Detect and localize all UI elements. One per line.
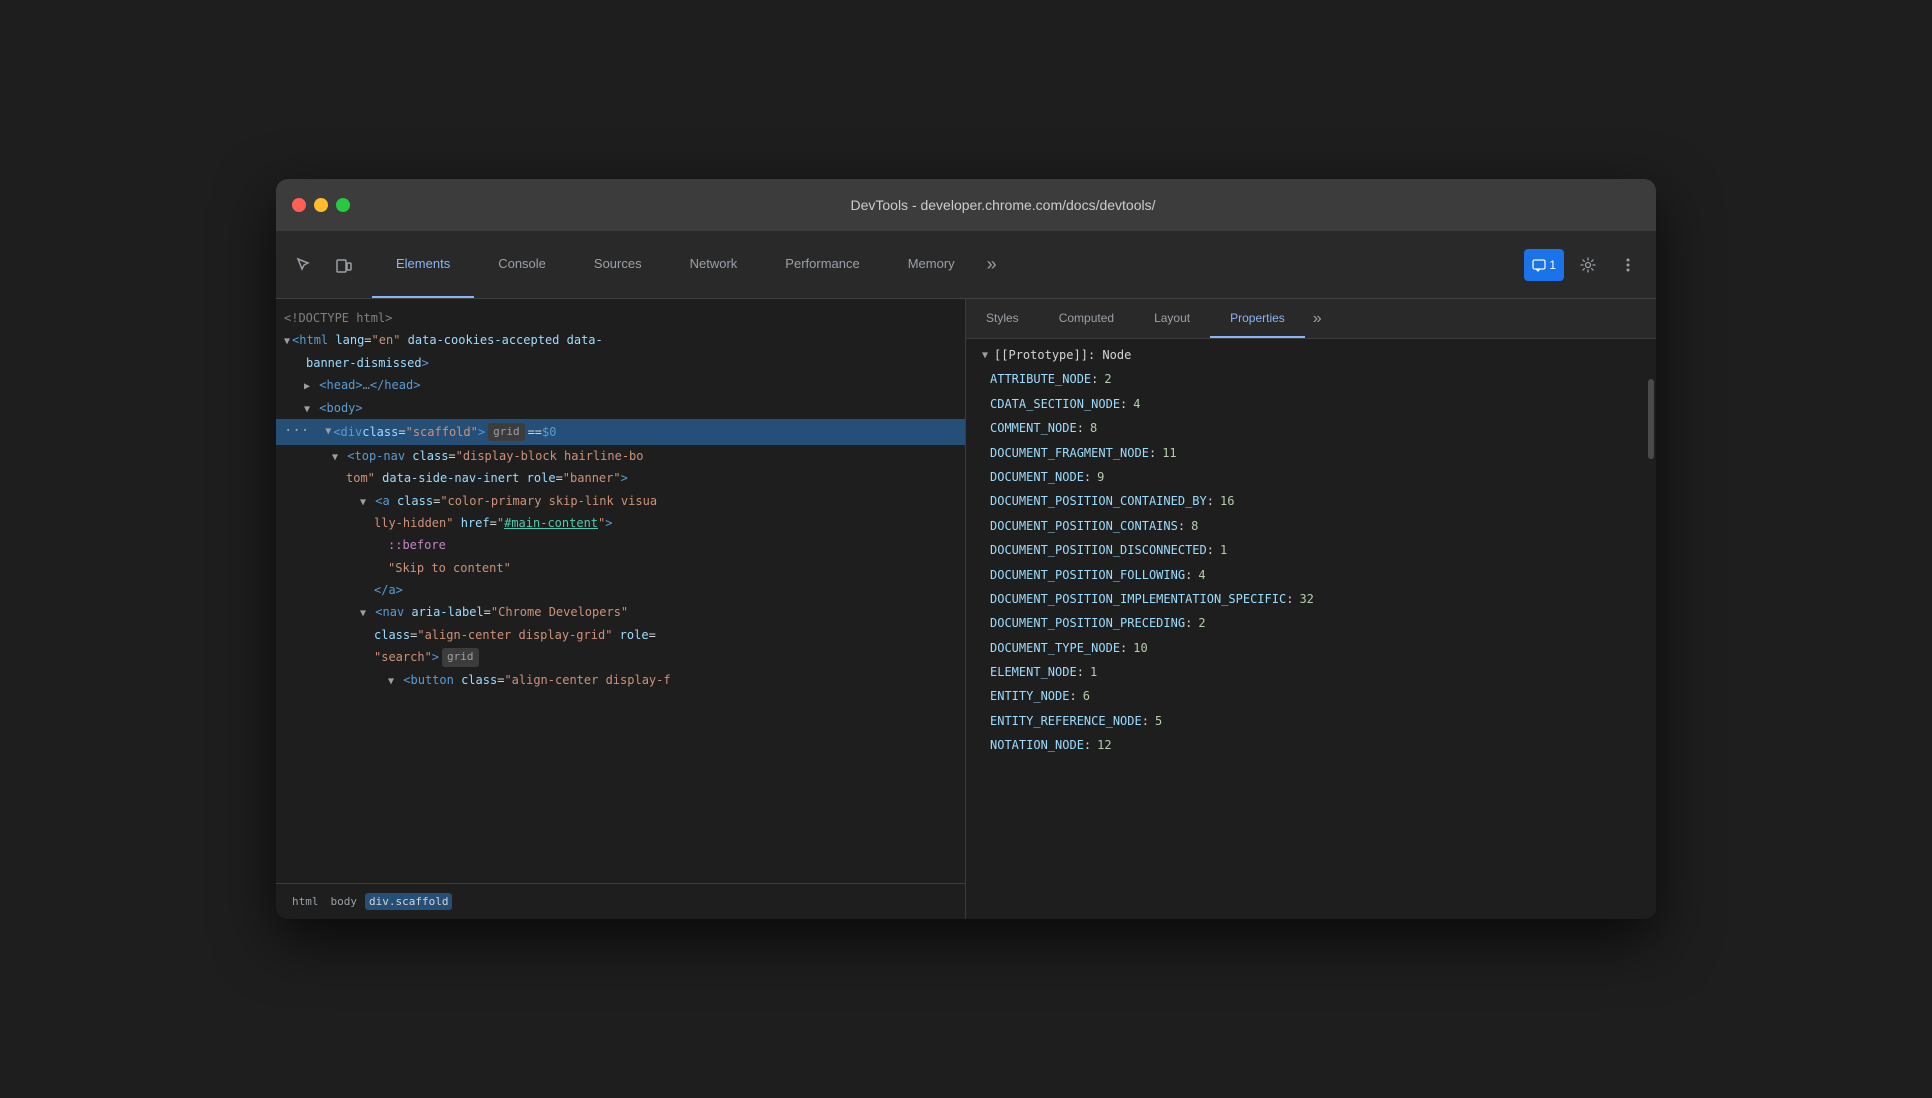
tree-line-before[interactable]: ::before bbox=[276, 534, 965, 556]
tree-line-scaffold[interactable]: ··· ▼ <div class="scaffold"> grid == $0 bbox=[276, 419, 965, 445]
devtools-window: DevTools - developer.chrome.com/docs/dev… bbox=[276, 179, 1656, 919]
titlebar: DevTools - developer.chrome.com/docs/dev… bbox=[276, 179, 1656, 231]
prop-ELEMENT_NODE[interactable]: ELEMENT_NODE : 1 bbox=[966, 660, 1656, 684]
settings-button[interactable] bbox=[1572, 249, 1604, 281]
tree-line-nav2[interactable]: class="align-center display-grid" role= bbox=[276, 624, 965, 646]
device-toggle-button[interactable] bbox=[328, 249, 360, 281]
prop-DOCUMENT_NODE[interactable]: DOCUMENT_NODE : 9 bbox=[966, 465, 1656, 489]
proto-header[interactable]: ▼ [[Prototype]]: Node bbox=[966, 343, 1656, 367]
tab-layout[interactable]: Layout bbox=[1134, 299, 1210, 338]
tab-icons bbox=[276, 249, 372, 281]
tree-line-nav3[interactable]: "search"> grid bbox=[276, 646, 965, 668]
prop-DOCUMENT_FRAGMENT_NODE[interactable]: DOCUMENT_FRAGMENT_NODE : 11 bbox=[966, 441, 1656, 465]
tab-elements[interactable]: Elements bbox=[372, 231, 474, 298]
tab-overflow-button[interactable]: » bbox=[979, 231, 1005, 298]
elements-tree[interactable]: <!DOCTYPE html> ▼<html lang="en" data-co… bbox=[276, 299, 965, 883]
window-title: DevTools - developer.chrome.com/docs/dev… bbox=[366, 197, 1640, 213]
prop-DOCUMENT_POSITION_PRECEDING[interactable]: DOCUMENT_POSITION_PRECEDING : 2 bbox=[966, 611, 1656, 635]
properties-content[interactable]: ▼ [[Prototype]]: Node ATTRIBUTE_NODE : 2… bbox=[966, 339, 1656, 919]
tab-properties[interactable]: Properties bbox=[1210, 299, 1305, 338]
tab-console[interactable]: Console bbox=[474, 231, 570, 298]
tab-sources[interactable]: Sources bbox=[570, 231, 666, 298]
right-panel: Styles Computed Layout Properties » ▼ [ bbox=[966, 299, 1656, 919]
devtools-tabbar: Elements Console Sources Network Perform… bbox=[276, 231, 1656, 299]
tree-line-topnav1[interactable]: ▼ <top-nav class="display-block hairline… bbox=[276, 445, 965, 467]
main-content: <!DOCTYPE html> ▼<html lang="en" data-co… bbox=[276, 299, 1656, 919]
breadcrumb-body[interactable]: body bbox=[327, 893, 362, 910]
tab-performance[interactable]: Performance bbox=[761, 231, 883, 298]
tab-memory[interactable]: Memory bbox=[884, 231, 979, 298]
prop-ATTRIBUTE_NODE[interactable]: ATTRIBUTE_NODE : 2 bbox=[966, 367, 1656, 391]
tree-line-topnav2[interactable]: tom" data-side-nav-inert role="banner"> bbox=[276, 467, 965, 489]
tree-line-doctype[interactable]: <!DOCTYPE html> bbox=[276, 307, 965, 329]
breadcrumb-html[interactable]: html bbox=[288, 893, 323, 910]
prop-DOCUMENT_POSITION_CONTAINED_BY[interactable]: DOCUMENT_POSITION_CONTAINED_BY : 16 bbox=[966, 489, 1656, 513]
prop-COMMENT_NODE[interactable]: COMMENT_NODE : 8 bbox=[966, 416, 1656, 440]
tab-computed[interactable]: Computed bbox=[1039, 299, 1134, 338]
more-options-button[interactable] bbox=[1612, 249, 1644, 281]
prop-DOCUMENT_POSITION_DISCONNECTED[interactable]: DOCUMENT_POSITION_DISCONNECTED : 1 bbox=[966, 538, 1656, 562]
tree-line-nav1[interactable]: ▼ <nav aria-label="Chrome Developers" bbox=[276, 601, 965, 623]
breadcrumb: html body div.scaffold bbox=[276, 883, 965, 919]
prop-ENTITY_REFERENCE_NODE[interactable]: ENTITY_REFERENCE_NODE : 5 bbox=[966, 709, 1656, 733]
tree-line-body[interactable]: ▼ <body> bbox=[276, 397, 965, 419]
breadcrumb-scaffold[interactable]: div.scaffold bbox=[365, 893, 452, 910]
prop-CDATA_SECTION_NODE[interactable]: CDATA_SECTION_NODE : 4 bbox=[966, 392, 1656, 416]
inspect-icon-button[interactable] bbox=[288, 249, 320, 281]
elements-panel: <!DOCTYPE html> ▼<html lang="en" data-co… bbox=[276, 299, 966, 919]
prop-DOCUMENT_TYPE_NODE[interactable]: DOCUMENT_TYPE_NODE : 10 bbox=[966, 636, 1656, 660]
tree-line-skip[interactable]: "Skip to content" bbox=[276, 557, 965, 579]
tree-line-button1[interactable]: ▼ <button class="align-center display-f bbox=[276, 669, 965, 691]
right-tab-overflow-button[interactable]: » bbox=[1305, 299, 1330, 338]
tree-line-close-a[interactable]: </a> bbox=[276, 579, 965, 601]
prop-DOCUMENT_POSITION_CONTAINS[interactable]: DOCUMENT_POSITION_CONTAINS : 8 bbox=[966, 514, 1656, 538]
message-button[interactable]: 1 bbox=[1524, 249, 1564, 281]
minimize-button[interactable] bbox=[314, 198, 328, 212]
prop-ENTITY_NODE[interactable]: ENTITY_NODE : 6 bbox=[966, 684, 1656, 708]
tree-line-a1[interactable]: ▼ <a class="color-primary skip-link visu… bbox=[276, 490, 965, 512]
message-count: 1 bbox=[1549, 258, 1556, 272]
traffic-lights bbox=[292, 198, 350, 212]
tab-network[interactable]: Network bbox=[666, 231, 762, 298]
close-button[interactable] bbox=[292, 198, 306, 212]
prop-NOTATION_NODE[interactable]: NOTATION_NODE : 12 bbox=[966, 733, 1656, 757]
prop-DOCUMENT_POSITION_IMPLEMENTATION_SPECIFIC[interactable]: DOCUMENT_POSITION_IMPLEMENTATION_SPECIFI… bbox=[966, 587, 1656, 611]
tree-line-html2[interactable]: banner-dismissed> bbox=[276, 352, 965, 374]
tree-line-html[interactable]: ▼<html lang="en" data-cookies-accepted d… bbox=[276, 329, 965, 351]
tree-line-head[interactable]: ▶ <head>…</head> bbox=[276, 374, 965, 396]
right-tabs: Styles Computed Layout Properties » bbox=[966, 299, 1656, 339]
tab-styles[interactable]: Styles bbox=[966, 299, 1039, 338]
scrollbar-thumb[interactable] bbox=[1648, 379, 1654, 459]
prop-DOCUMENT_POSITION_FOLLOWING[interactable]: DOCUMENT_POSITION_FOLLOWING : 4 bbox=[966, 563, 1656, 587]
tab-actions: 1 bbox=[1524, 249, 1656, 281]
tree-line-a2[interactable]: lly-hidden" href="#main-content"> bbox=[276, 512, 965, 534]
maximize-button[interactable] bbox=[336, 198, 350, 212]
